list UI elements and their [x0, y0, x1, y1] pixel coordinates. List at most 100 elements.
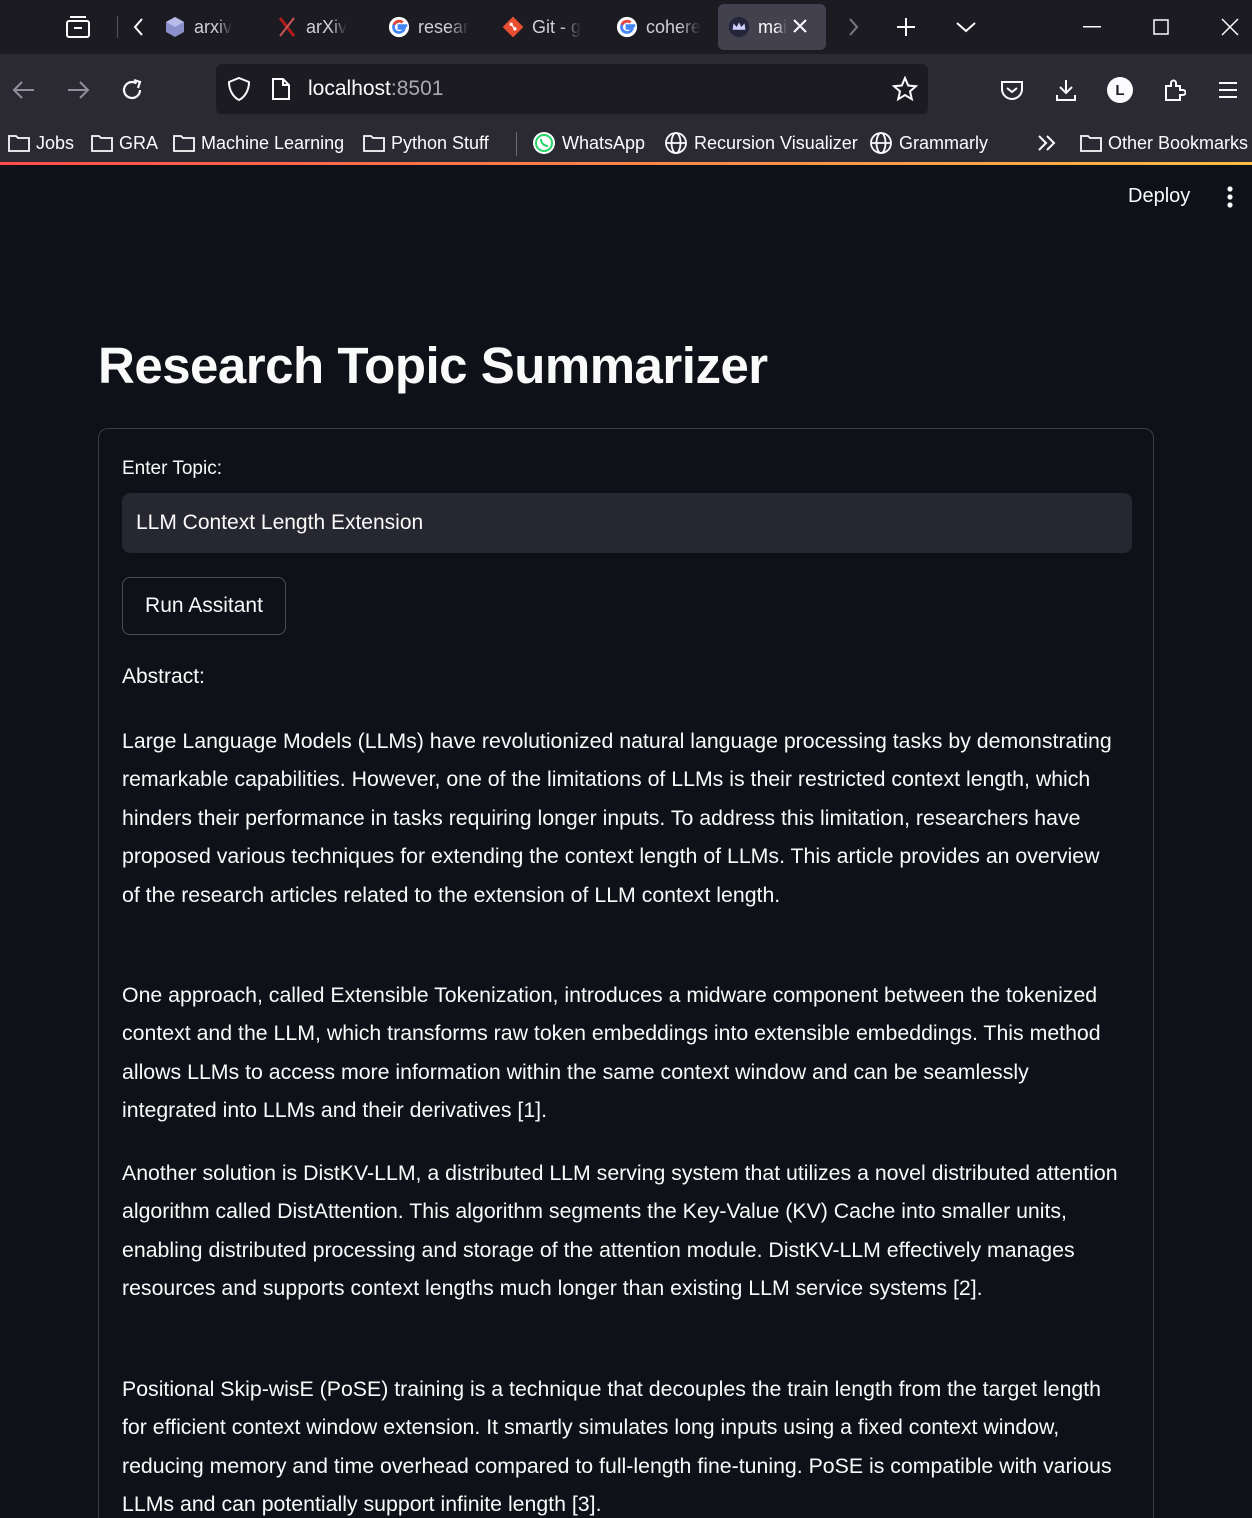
arrow-left-icon — [12, 81, 34, 99]
page-info-icon[interactable] — [271, 77, 291, 101]
forward-button[interactable] — [58, 70, 98, 110]
folder-icon — [8, 135, 30, 152]
google-g-icon — [388, 16, 410, 38]
list-all-tabs-button[interactable] — [946, 8, 986, 46]
whatsapp-icon — [533, 132, 555, 154]
tab-bar: arxiv arXiv resear Git - g cohere mai — [0, 0, 1252, 54]
bookmark-python-stuff[interactable]: Python Stuff — [363, 128, 489, 158]
bookmark-label: Python Stuff — [391, 132, 489, 153]
maximize-button[interactable] — [1131, 0, 1191, 54]
url-text[interactable]: localhost:8501 — [308, 77, 443, 101]
url-bar[interactable]: localhost:8501 — [216, 64, 928, 114]
chevron-down-icon — [956, 22, 976, 33]
bookmarks-overflow-button[interactable] — [1036, 128, 1058, 158]
firefox-view-icon — [66, 16, 90, 38]
abstract-label: Abstract: — [122, 665, 205, 688]
pocket-button[interactable] — [992, 70, 1032, 110]
minimize-button[interactable] — [1062, 0, 1122, 54]
bookmark-recursion-visualizer[interactable]: Recursion Visualizer — [664, 128, 858, 158]
downloads-button[interactable] — [1046, 70, 1086, 110]
reload-button[interactable] — [112, 70, 152, 110]
close-tab-icon[interactable] — [790, 16, 810, 36]
folder-icon — [363, 135, 385, 152]
chevron-right-icon — [849, 18, 859, 36]
bookmark-separator — [516, 132, 517, 156]
tab-label: cohere — [646, 16, 702, 37]
bookmark-gra[interactable]: GRA — [91, 128, 158, 158]
back-button[interactable] — [4, 70, 44, 110]
app-menu-button[interactable] — [1208, 70, 1248, 110]
tab-scroll-right-button[interactable] — [838, 8, 868, 46]
run-assistant-button[interactable]: Run Assitant — [122, 577, 286, 635]
account-button[interactable]: L — [1100, 70, 1140, 110]
google-g-icon — [616, 16, 638, 38]
bookmark-label: Other Bookmarks — [1108, 132, 1249, 153]
close-window-button[interactable] — [1200, 0, 1252, 54]
maximize-icon — [1153, 19, 1169, 35]
deploy-button[interactable]: Deploy — [1116, 183, 1202, 210]
tab-active-main[interactable]: mai — [718, 4, 826, 50]
tab-research-google[interactable]: resear — [378, 4, 488, 50]
tab-label: mai — [758, 16, 788, 37]
cube-icon — [164, 16, 186, 38]
close-icon — [1221, 18, 1239, 36]
folder-icon — [1080, 135, 1102, 152]
bookmark-label: WhatsApp — [562, 132, 646, 153]
tab-label: Git - g — [532, 16, 582, 37]
bookmark-label: Jobs — [36, 132, 75, 153]
folder-icon — [91, 135, 113, 152]
arxiv-x-icon — [276, 16, 298, 38]
bookmark-label: GRA — [119, 132, 159, 153]
firefox-view-button[interactable] — [58, 8, 98, 46]
chevron-left-icon — [133, 18, 143, 36]
topic-input[interactable]: LLM Context Length Extension — [122, 493, 1132, 553]
bookmark-grammarly[interactable]: Grammarly — [869, 128, 988, 158]
hamburger-icon — [1219, 82, 1237, 98]
reload-icon — [122, 78, 142, 100]
tab-label: arXiv — [306, 16, 348, 37]
topic-form: Enter Topic: LLM Context Length Extensio… — [98, 428, 1154, 1518]
tab-arxiv[interactable]: arxiv — [154, 4, 259, 50]
new-tab-button[interactable] — [886, 8, 926, 46]
abstract-paragraph: One approach, called Extensible Tokeniza… — [122, 983, 1101, 1123]
shield-icon[interactable] — [227, 76, 251, 102]
avatar: L — [1107, 77, 1133, 103]
bookmark-label: Grammarly — [899, 132, 988, 153]
tab-separator — [117, 16, 118, 38]
tab-git[interactable]: Git - g — [492, 4, 602, 50]
abstract-paragraph: Another solution is DistKV-LLM, a distri… — [122, 1161, 1118, 1301]
bookmark-jobs[interactable]: Jobs — [8, 128, 74, 158]
page-title: Research Topic Summarizer — [98, 337, 768, 394]
tab-label: resear — [418, 16, 470, 37]
tab-cohere-google[interactable]: cohere — [606, 4, 716, 50]
url-host: localhost — [308, 77, 391, 100]
bookmarks-toolbar: Jobs GRA Machine Learning Python Stuff W… — [0, 124, 1252, 162]
abstract-paragraph: Large Language Models (LLMs) have revolu… — [122, 729, 1112, 907]
folder-icon — [173, 135, 195, 152]
crown-icon — [728, 16, 750, 38]
tab-arxiv-2[interactable]: arXiv — [266, 4, 371, 50]
globe-icon — [870, 132, 892, 154]
download-icon — [1056, 80, 1076, 101]
tab-label: arxiv — [194, 16, 233, 37]
other-bookmarks[interactable]: Other Bookmarks — [1080, 128, 1248, 158]
double-chevron-right-icon — [1038, 135, 1056, 151]
bookmark-label: Machine Learning — [201, 132, 345, 153]
kebab-menu-icon — [1227, 186, 1233, 208]
bookmark-whatsapp[interactable]: WhatsApp — [532, 128, 645, 158]
pocket-icon — [1001, 81, 1023, 100]
bookmark-star-icon[interactable] — [892, 76, 918, 102]
abstract-paragraph: Positional Skip-wisE (PoSE) training is … — [122, 1377, 1112, 1517]
plus-icon — [897, 18, 915, 36]
git-icon — [502, 16, 524, 38]
navigation-toolbar: localhost:8501 L — [0, 54, 1252, 124]
bookmark-label: Recursion Visualizer — [694, 132, 858, 153]
globe-icon — [665, 132, 687, 154]
url-port: :8501 — [390, 77, 444, 100]
app-header: Deploy — [0, 165, 1252, 225]
main-menu-button[interactable] — [1218, 183, 1242, 211]
topic-label: Enter Topic: — [122, 458, 222, 479]
bookmark-machine-learning[interactable]: Machine Learning — [173, 128, 344, 158]
extensions-button[interactable] — [1154, 70, 1194, 110]
tab-scroll-left-button[interactable] — [124, 8, 154, 46]
